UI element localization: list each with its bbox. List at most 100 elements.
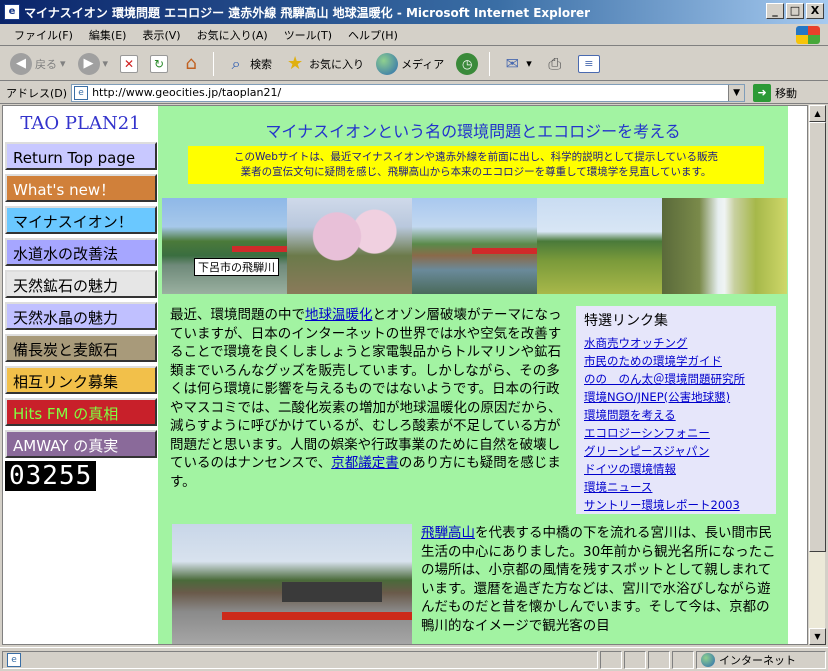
refresh-button[interactable]: ↻: [146, 53, 172, 75]
photo-waterfall: [662, 198, 787, 294]
go-label: 移動: [775, 86, 798, 100]
history-button[interactable]: ◷: [452, 51, 482, 77]
link-kyoto-protocol[interactable]: 京都議定書: [331, 455, 399, 471]
mail-icon: ✉: [505, 53, 519, 73]
intro-paragraph: 最近、環境問題の中で地球温暖化とオゾン層破壊がテーマになっていますが、日本のイン…: [170, 306, 562, 491]
ie-icon: e: [4, 4, 20, 20]
go-button[interactable]: ➜ 移動: [753, 83, 798, 102]
menu-help[interactable]: ヘルプ(H): [340, 27, 406, 43]
back-button[interactable]: ◀ 戻る ▾: [6, 51, 70, 77]
link-hida-takayama[interactable]: 飛騨高山: [421, 525, 475, 541]
toolbar-separator: [213, 51, 215, 76]
menu-view[interactable]: 表示(V): [134, 27, 188, 43]
toolbar-separator-2: [489, 51, 491, 76]
featured-link[interactable]: グリーンピースジャパン: [584, 442, 768, 460]
featured-link[interactable]: エコロジーシンフォニー: [584, 424, 768, 442]
mail-dropdown-icon: ▾: [526, 57, 532, 70]
address-dropdown-icon[interactable]: ▼: [728, 84, 745, 101]
forward-button[interactable]: ▶ ▾: [74, 51, 113, 77]
nav-link-exchange[interactable]: 相互リンク募集: [5, 366, 157, 394]
nav-return-top[interactable]: Return Top page: [5, 142, 157, 170]
home-icon: ⌂: [185, 52, 197, 74]
photo-red-bridge: [412, 198, 537, 294]
zone-label: インターネット: [719, 653, 796, 667]
nav-minus-ion[interactable]: マイナスイオン！: [5, 206, 157, 234]
nav-binchotan[interactable]: 備長炭と麦飯石: [5, 334, 157, 362]
back-label: 戻る: [35, 57, 57, 71]
nav-amway[interactable]: AMWAY の真実: [5, 430, 157, 458]
left-navigation: TAO PLAN21 Return Top page What's new！ マ…: [3, 106, 158, 644]
close-button[interactable]: X: [806, 3, 824, 19]
nav-tap-water[interactable]: 水道水の改善法: [5, 238, 157, 266]
link-global-warming[interactable]: 地球温暖化: [305, 307, 373, 323]
featured-link[interactable]: のの のん太＠環境問題研究所: [584, 370, 768, 388]
edit-button[interactable]: ≡: [574, 53, 604, 75]
featured-link[interactable]: ドイツの環境情報: [584, 460, 768, 478]
para1-text-2: とオゾン層破壊がテーマになっていますが、日本のインターネットの世界では水や空気を…: [170, 307, 562, 471]
featured-link[interactable]: 環境問題を考える: [584, 406, 768, 424]
scroll-up-icon[interactable]: ▲: [809, 105, 826, 122]
nav-whats-new[interactable]: What's new！: [5, 174, 157, 202]
menu-file[interactable]: ファイル(F): [6, 27, 81, 43]
toolbar: ◀ 戻る ▾ ▶ ▾ ✕ ↻ ⌂ ⌕ 検索 ★ お気に入り メディア ◷ ✉ ▾…: [0, 47, 828, 81]
access-counter: 03255: [5, 461, 97, 491]
photo-gero-river: 下呂市の飛騨川: [162, 198, 287, 294]
featured-link[interactable]: 環境NGO/JNEP(公害地球懇): [584, 388, 768, 406]
browser-viewport: TAO PLAN21 Return Top page What's new！ マ…: [2, 105, 808, 645]
internet-globe-icon: [701, 652, 715, 667]
print-button[interactable]: ⎙: [540, 51, 570, 77]
status-bar: e インターネット: [0, 647, 828, 671]
address-url: http://www.geocities.jp/taoplan21/: [92, 86, 282, 99]
search-icon: ⌕: [231, 53, 241, 73]
menu-edit[interactable]: 編集(E): [81, 27, 135, 43]
stop-icon: ✕: [120, 54, 139, 73]
security-zone: インターネット: [696, 650, 826, 669]
menu-tools[interactable]: ツール(T): [276, 27, 340, 43]
photo-thatched-houses: [537, 198, 662, 294]
featured-link[interactable]: 水商売ウオッチング: [584, 334, 768, 352]
menu-favorites[interactable]: お気に入り(A): [189, 27, 276, 43]
menu-bar: ファイル(F) 編集(E) 表示(V) お気に入り(A) ツール(T) ヘルプ(…: [0, 24, 828, 46]
nav-hits-fm[interactable]: Hits FM の真相: [5, 398, 157, 426]
search-label: 検索: [250, 57, 273, 71]
photo-nakabashi-bridge: [172, 524, 412, 644]
photo-cherry-blossom: [287, 198, 412, 294]
search-button[interactable]: ⌕ 検索: [221, 51, 276, 77]
minimize-button[interactable]: _: [766, 3, 784, 19]
vertical-scrollbar[interactable]: ▲ ▼: [808, 105, 826, 645]
edit-icon: ≡: [577, 54, 600, 73]
intro-line-2: 業者の宣伝文句に疑問を感じ、飛騨高山から本来のエコロジーを尊重して環境学を見直し…: [240, 166, 712, 178]
featured-link[interactable]: 環境ニュース: [584, 478, 768, 496]
scroll-thumb[interactable]: [809, 122, 826, 552]
bridge-shape-2: [472, 248, 537, 254]
home-button[interactable]: ⌂: [176, 51, 206, 77]
main-content: マイナスイオンという名の環境問題とエコロジーを考える このWebサイトは、最近マ…: [158, 106, 788, 644]
scroll-down-icon[interactable]: ▼: [809, 628, 826, 645]
status-cell: [624, 650, 646, 669]
photo-caption: 下呂市の飛騨川: [194, 258, 279, 276]
stop-button[interactable]: ✕: [116, 53, 142, 75]
intro-line-1: このWebサイトは、最近マイナスイオンや遠赤外線を前面に出し、科学的説明として提…: [233, 151, 719, 163]
nav-natural-crystal[interactable]: 天然水晶の魅力: [5, 302, 157, 330]
favorites-button[interactable]: ★ お気に入り: [280, 51, 368, 77]
forward-dropdown-icon: ▾: [102, 57, 109, 70]
site-title: TAO PLAN21: [20, 113, 141, 134]
title-bar: e マイナスイオン 環境問題 エコロジー 遠赤外線 飛騨高山 地球温暖化 - M…: [0, 0, 828, 24]
forward-arrow-icon: ▶: [77, 52, 100, 75]
history-icon: ◷: [456, 52, 479, 75]
maximize-button[interactable]: □: [786, 3, 804, 19]
photo-strip: 下呂市の飛騨川: [162, 198, 787, 294]
featured-link[interactable]: 市民のための環境学ガイド: [584, 352, 768, 370]
nav-natural-ore[interactable]: 天然鉱石の魅力: [5, 270, 157, 298]
address-input[interactable]: e http://www.geocities.jp/taoplan21/ ▼: [71, 83, 746, 102]
refresh-icon: ↻: [150, 54, 169, 73]
status-cell: [600, 650, 622, 669]
media-globe-icon: [376, 52, 399, 75]
mail-button[interactable]: ✉ ▾: [497, 51, 536, 77]
media-button[interactable]: メディア: [372, 51, 448, 77]
favorites-label: お気に入り: [309, 57, 365, 71]
featured-link[interactable]: サントリー環境レポート2003: [584, 496, 768, 514]
bridge-shape-3: [222, 612, 412, 620]
back-arrow-icon: ◀: [10, 52, 32, 75]
featured-links-title: 特選リンク集: [584, 313, 668, 329]
